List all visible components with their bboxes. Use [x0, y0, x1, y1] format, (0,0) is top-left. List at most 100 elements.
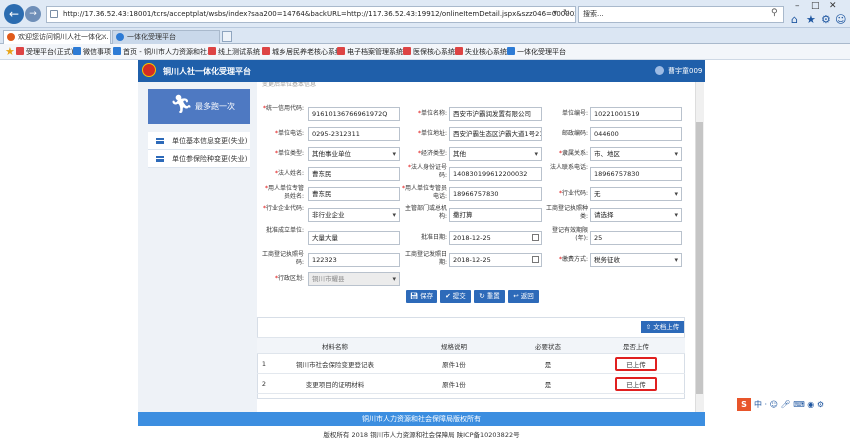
close-window-icon[interactable]: ✕ — [829, 1, 837, 11]
close-tab-icon[interactable]: ✕ — [101, 31, 107, 43]
dropdown-icon[interactable]: ▾ — [553, 8, 557, 17]
label-affiliation: *隶属关系: — [558, 150, 588, 157]
competent-dept-input[interactable]: 撒打算 — [449, 208, 542, 222]
tab-label: 欢迎您访问铜川人社一体化... — [18, 33, 109, 41]
link-icon — [337, 47, 345, 55]
sidebar-hero-label: 最多跑一次 — [195, 102, 235, 111]
back-button[interactable]: ↩ 返回 — [508, 290, 539, 303]
calendar-icon[interactable] — [532, 256, 539, 263]
user-name[interactable]: 曹宇童009 — [668, 66, 702, 76]
minimize-icon[interactable]: – — [795, 1, 800, 11]
ime-toolbar[interactable]: S中 · ☺ 🎤︎ ⌨ ◉ ⚙ — [737, 398, 843, 413]
tab-platform[interactable]: 一体化受理平台 — [112, 30, 220, 44]
employer-agent-input[interactable]: 曹东民 — [308, 187, 400, 201]
smiley-icon[interactable]: ☺ — [835, 13, 846, 26]
favorites-star-icon[interactable]: ★ — [806, 13, 816, 26]
link-icon — [455, 47, 463, 55]
link-icon — [262, 47, 270, 55]
search-input[interactable]: 搜索... — [578, 6, 784, 23]
favorite-link[interactable]: 医保核心系统 — [403, 47, 455, 57]
legal-name-input[interactable]: 曹东民 — [308, 167, 400, 181]
col-name: 材料名称 — [271, 337, 399, 354]
link-icon — [113, 47, 121, 55]
favorite-link[interactable]: 失业核心系统 — [455, 47, 507, 57]
page-background — [0, 60, 138, 443]
refresh-icon[interactable]: ↻ — [563, 8, 570, 17]
label-unit-address: *单位地址: — [417, 130, 447, 137]
unit-name-input[interactable]: 西安市沪霸润发置有限公司 — [449, 107, 542, 121]
app-title: 铜川人社一体化受理平台 — [163, 67, 251, 76]
legal-id-input[interactable]: 140830199612200032 — [449, 167, 542, 181]
unit-no-input[interactable]: 10221001519 — [590, 107, 682, 121]
license-no-input[interactable]: 122323 — [308, 253, 400, 267]
label-collect-method: *缴费方式: — [558, 256, 588, 263]
emblem-icon — [142, 63, 156, 77]
industry-code-select[interactable]: 无 — [590, 187, 682, 201]
legal-phone-input[interactable]: 18966757830 — [590, 167, 682, 181]
tab-welcome[interactable]: 欢迎您访问铜川人社一体化... ✕ — [3, 30, 111, 44]
user-icon — [655, 66, 664, 75]
settings-gear-icon[interactable]: ⚙ — [821, 13, 831, 26]
uploaded-status-badge[interactable]: 已上传 — [615, 376, 657, 391]
label-license-no: 工商登记执照号码: — [262, 251, 305, 266]
favorite-link[interactable]: 受理平台(正式) — [16, 47, 73, 57]
favorite-link[interactable]: 线上测试系统 — [208, 47, 260, 57]
col-index — [257, 337, 271, 354]
tab-favicon-icon — [116, 33, 124, 41]
collect-method-select[interactable]: 税务征收 — [590, 253, 682, 267]
favorite-link[interactable]: 一体化受理平台 — [507, 47, 566, 57]
reg-validity-input[interactable]: 25 — [590, 231, 682, 245]
scrollbar-thumb[interactable] — [696, 122, 703, 394]
link-icon — [208, 47, 216, 55]
maximize-icon[interactable]: □ — [811, 1, 820, 11]
address-bar[interactable]: http://17.36.52.43:18001/tcrs/acceptplat… — [46, 6, 576, 23]
approval-unit-input[interactable]: 大量大量 — [308, 231, 400, 245]
favorite-link[interactable]: 城乡居民养老核心系统 — [262, 47, 342, 57]
label-unified-code: *统一信用代码: — [262, 105, 304, 112]
affiliation-select[interactable]: 市、地区 — [590, 147, 682, 161]
row-name: 变更项目的证明材料 — [271, 373, 399, 394]
reg-authority-select[interactable]: 请选择 — [590, 208, 682, 222]
sidebar-item-basic-info[interactable]: 单位基本信息变更(失业) — [148, 132, 250, 150]
label-employer-phone: *用人单位专管员电话: — [402, 185, 448, 200]
unit-phone-input[interactable]: 0295-2312311 — [308, 127, 400, 141]
save-button[interactable]: 💾︎ 保存 — [406, 290, 437, 303]
label-approval-unit: 批准成立单位: — [265, 227, 304, 234]
row-spec: 原件1份 — [399, 373, 509, 394]
unit-type-select[interactable]: 其他事业单位 — [308, 147, 400, 161]
link-icon — [16, 47, 24, 55]
favorite-link[interactable]: 电子档案管理系统 — [337, 47, 403, 57]
license-date-input[interactable]: 2018-12-25 — [449, 253, 542, 267]
footer-copyright: 版权所有 2018 铜川市人力资源和社会保障局 陕ICP备10203822号 — [323, 431, 520, 439]
calendar-icon[interactable] — [532, 234, 539, 241]
page-icon — [50, 10, 58, 18]
row-spec: 原件1份 — [399, 353, 509, 374]
postcode-input[interactable]: 044600 — [590, 127, 682, 141]
employer-phone-input[interactable]: 18966757830 — [449, 187, 542, 201]
econ-type-select[interactable]: 其他 — [449, 147, 542, 161]
approval-date-input[interactable]: 2018-12-25 — [449, 231, 542, 245]
back-icon[interactable]: ← — [4, 4, 24, 24]
unified-code-input[interactable]: 91610136766961972Q — [308, 107, 400, 121]
submit-button[interactable]: ✔ 提交 — [440, 290, 471, 303]
row-status-cell: 已上传 — [587, 353, 685, 374]
forward-icon[interactable]: → — [25, 6, 41, 22]
unit-address-input[interactable]: 西安沪霸生态区沪霸大道1号21 — [449, 127, 542, 141]
row-name: 铜川市社会保险变更登记表 — [271, 353, 399, 374]
label-unit-type: *单位类型: — [274, 150, 304, 157]
row-status-cell: 已上传 — [587, 373, 685, 394]
favorite-link[interactable]: 首页 - 铜川市人力资源和社... — [113, 47, 214, 57]
new-tab-icon[interactable] — [222, 31, 232, 42]
upload-document-button[interactable]: ⇧ 文档上传 — [641, 321, 684, 333]
industry-type-select[interactable]: 非行业企业 — [308, 208, 400, 222]
list-icon — [156, 138, 164, 144]
favorite-link[interactable]: 微信事项 — [73, 47, 111, 57]
reset-button[interactable]: ↻ 重置 — [474, 290, 505, 303]
search-icon[interactable]: ⚲ — [771, 8, 778, 18]
home-icon[interactable]: ⌂ — [791, 13, 798, 26]
section-title: 变更后单位基本信息 — [262, 82, 317, 88]
table-row: 2 变更项目的证明材料 原件1份 是 已上传 — [257, 373, 685, 394]
favorites-star-icon[interactable]: ★ — [5, 45, 15, 58]
sidebar-item-insurance[interactable]: 单位参保险种变更(失业) — [148, 150, 250, 168]
uploaded-status-badge[interactable]: 已上传 — [615, 356, 657, 371]
